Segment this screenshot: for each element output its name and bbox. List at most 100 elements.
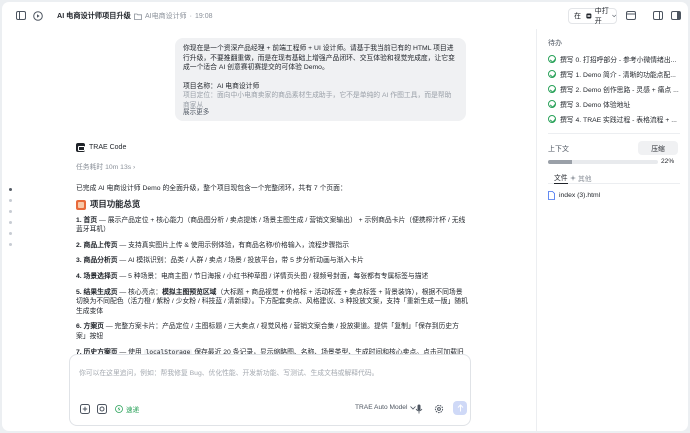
tab-files-label: 文件 — [554, 175, 568, 182]
new-chat-icon[interactable] — [32, 10, 43, 21]
todo-label: 撰写 3. Demo 体验地址 — [560, 102, 631, 109]
feature-label: 5. 结果生成页 — [76, 288, 118, 296]
task-time-stamp: 19:08 — [194, 12, 213, 20]
feature-text: — 核心亮点： — [117, 288, 163, 296]
task-title: AI 电商设计师项目升级 — [57, 11, 131, 20]
lightning-icon — [115, 404, 123, 413]
feature-text: — 完整方案卡片：产品定位 / 主图标题 / 三大卖点 / 视觉风格 / 营销文… — [76, 323, 459, 340]
todo-header: 待办 — [548, 40, 562, 47]
model-selector[interactable]: TRAE Auto Model — [355, 404, 417, 411]
panel-toggle-icon[interactable] — [652, 10, 663, 21]
feature-text: — 5 种场景：电商主图 / 节日海报 / 小红书种草图 / 详情页头图 / 视… — [117, 272, 429, 280]
file-item[interactable]: index (3).html — [548, 191, 600, 200]
feature-item: 2. 商品上传页 — 支持真实图片上传 & 使用示例体验，有商品名称/价格输入，… — [76, 241, 468, 251]
feature-label: 6. 方案页 — [76, 323, 104, 331]
scroll-marker[interactable] — [9, 199, 12, 202]
book-icon — [76, 199, 86, 210]
compress-button[interactable]: 压缩 — [638, 141, 678, 155]
scroll-marker[interactable] — [9, 243, 12, 246]
image-icon[interactable] — [96, 403, 107, 414]
top-bar: AI 电商设计师项目升级 AI电商设计师 · 19:08 在 中打开 — [2, 2, 688, 29]
check-circle-icon — [548, 100, 556, 108]
todo-label: 撰写 0. 打招呼部分 - 参考小微情绪出... — [560, 57, 677, 64]
feature-label: 4. 场景选择页 — [76, 272, 118, 280]
todo-item[interactable]: 撰写 4. TRAE 实践过程 - 表格流程 + ... — [548, 114, 680, 124]
send-button[interactable] — [453, 401, 467, 415]
task-duration[interactable]: 任务耗时 10m 13s › — [76, 161, 135, 171]
user-message-faded: 项目定位：面向中小电商卖家的商品素材生成助手，它不是单纯的 AI 作图工具，而是… — [183, 92, 452, 109]
sparkle-icon — [570, 174, 576, 181]
file-name: index (3).html — [559, 192, 601, 199]
microphone-icon[interactable] — [413, 403, 424, 414]
context-usage-percent: 22% — [661, 158, 675, 165]
feature-text: — 展示产品定位 + 核心能力（商品图分析 / 卖点提炼 / 场景主图生成 / … — [76, 216, 466, 234]
scroll-markers[interactable] — [9, 188, 13, 254]
open-in-label: 中打开 — [594, 8, 609, 25]
chevron-right-icon: › — [133, 164, 136, 171]
feature-text: — AI 模拟识别：品类 / 人群 / 卖点 / 场景 / 投放平台，带 5 步… — [117, 257, 364, 265]
attach-icon[interactable] — [79, 403, 90, 414]
check-circle-icon — [548, 85, 556, 93]
feature-label: 2. 商品上传页 — [76, 241, 118, 249]
scroll-marker[interactable] — [9, 210, 12, 213]
tab-other-label: 其他 — [578, 175, 592, 183]
folder-icon — [134, 13, 142, 20]
scroll-marker[interactable] — [9, 232, 12, 235]
chat-input-box[interactable]: 你可以在这里追问，例如：帮我修复 Bug、优化性能、开发新功能、写测试、生成文档… — [69, 354, 471, 426]
folder-name: AI电商设计师 — [145, 13, 187, 20]
settings-icon[interactable] — [433, 403, 444, 414]
todo-label: 撰写 2. Demo 创作思路 - 灵感 + 痛点 ... — [560, 87, 679, 94]
todo-item[interactable]: 撰写 2. Demo 创作思路 - 灵感 + 痛点 ... — [548, 84, 680, 94]
feature-item: 4. 场景选择页 — 5 种场景：电商主图 / 节日海报 / 小红书种草图 / … — [76, 272, 468, 282]
panel-divider — [536, 29, 537, 431]
agent-name: TRAE Code — [89, 144, 127, 151]
todo-item[interactable]: 撰写 0. 打招呼部分 - 参考小微情绪出... — [548, 54, 680, 64]
breadcrumb-dot: · — [189, 12, 192, 20]
context-usage-fill — [548, 160, 573, 164]
context-usage-bar — [548, 160, 658, 164]
open-in-prefix: 在 — [574, 13, 581, 20]
right-panel-icon[interactable] — [670, 10, 681, 21]
check-circle-icon — [548, 115, 556, 123]
scroll-marker[interactable] — [9, 221, 12, 224]
split-view-icon[interactable] — [625, 10, 636, 21]
user-message: 你现在是一个资深产品经理 + 前端工程师 + UI 设计师。请基于我当前已有的 … — [175, 38, 466, 121]
check-circle-icon — [548, 70, 556, 78]
agent-response: 已完成 AI 电商设计师 Demo 的全面升级，整个项目现包含一个完整闭环，共有… — [76, 184, 468, 373]
todo-item[interactable]: 撰写 3. Demo 体验地址 — [548, 99, 680, 109]
user-message-project-name: 项目名称：AI 电商设计师 — [183, 82, 260, 90]
response-intro: 已完成 AI 电商设计师 Demo 的全面升级，整个项目现包含一个完整闭环，共有… — [76, 185, 347, 192]
show-more-link[interactable]: 展示更多 — [183, 108, 209, 118]
scroll-marker[interactable] — [9, 188, 12, 191]
feature-label: 3. 商品分析页 — [76, 257, 118, 265]
ide-icon — [586, 13, 592, 19]
chat-input[interactable]: 你可以在这里追问，例如：帮我修复 Bug、优化性能、开发新功能、写测试、生成文档… — [79, 367, 378, 377]
task-duration-text: 任务耗时 10m 13s — [76, 164, 132, 171]
feature-text: — 支持真实图片上传 & 使用示例体验，有商品名称/价格输入，流程步骤指示 — [117, 241, 350, 249]
feature-item: 3. 商品分析页 — AI 模拟识别：品类 / 人群 / 卖点 / 场景 / 投… — [76, 256, 468, 266]
feature-item: 1. 首页 — 展示产品定位 + 核心能力（商品图分析 / 卖点提炼 / 场景主… — [76, 216, 468, 235]
breadcrumb: AI电商设计师 · 19:08 — [134, 11, 213, 21]
sidebar-toggle-icon[interactable] — [15, 10, 26, 21]
section-heading-text: 项目功能总览 — [90, 198, 141, 209]
file-icon — [548, 191, 555, 200]
open-in-button[interactable]: 在 中打开 — [568, 8, 617, 25]
todo-item[interactable]: 撰写 1. Demo 简介 - 清晰的功能点配... — [548, 69, 680, 79]
feature-label: 1. 首页 — [76, 216, 98, 224]
arrow-up-icon — [457, 404, 463, 412]
check-circle-icon — [548, 55, 556, 63]
tab-other[interactable]: 其他 — [570, 171, 592, 184]
context-label: 上下文 — [548, 146, 569, 153]
model-label: TRAE Auto Model — [355, 404, 408, 411]
quick-mode-toggle[interactable]: 速递 — [115, 403, 139, 414]
app-window: AI 电商设计师项目升级 AI电商设计师 · 19:08 在 中打开 你现在是一… — [2, 2, 688, 431]
feature-item: 6. 方案页 — 完整方案卡片：产品定位 / 主图标题 / 三大卖点 / 视觉风… — [76, 322, 468, 341]
panel-separator — [548, 133, 680, 134]
tab-files[interactable]: 文件 — [554, 171, 568, 184]
user-message-paragraph: 你现在是一个资深产品经理 + 前端工程师 + UI 设计师。请基于我当前已有的 … — [183, 45, 455, 72]
panel-tabs: 文件 其他 — [548, 171, 680, 184]
feature-highlight: 模拟主图预览区域 — [162, 288, 217, 296]
agent-header: TRAE Code — [76, 143, 126, 152]
section-heading: 项目功能总览 — [76, 198, 468, 210]
todo-label: 撰写 4. TRAE 实践过程 - 表格流程 + ... — [560, 117, 677, 124]
